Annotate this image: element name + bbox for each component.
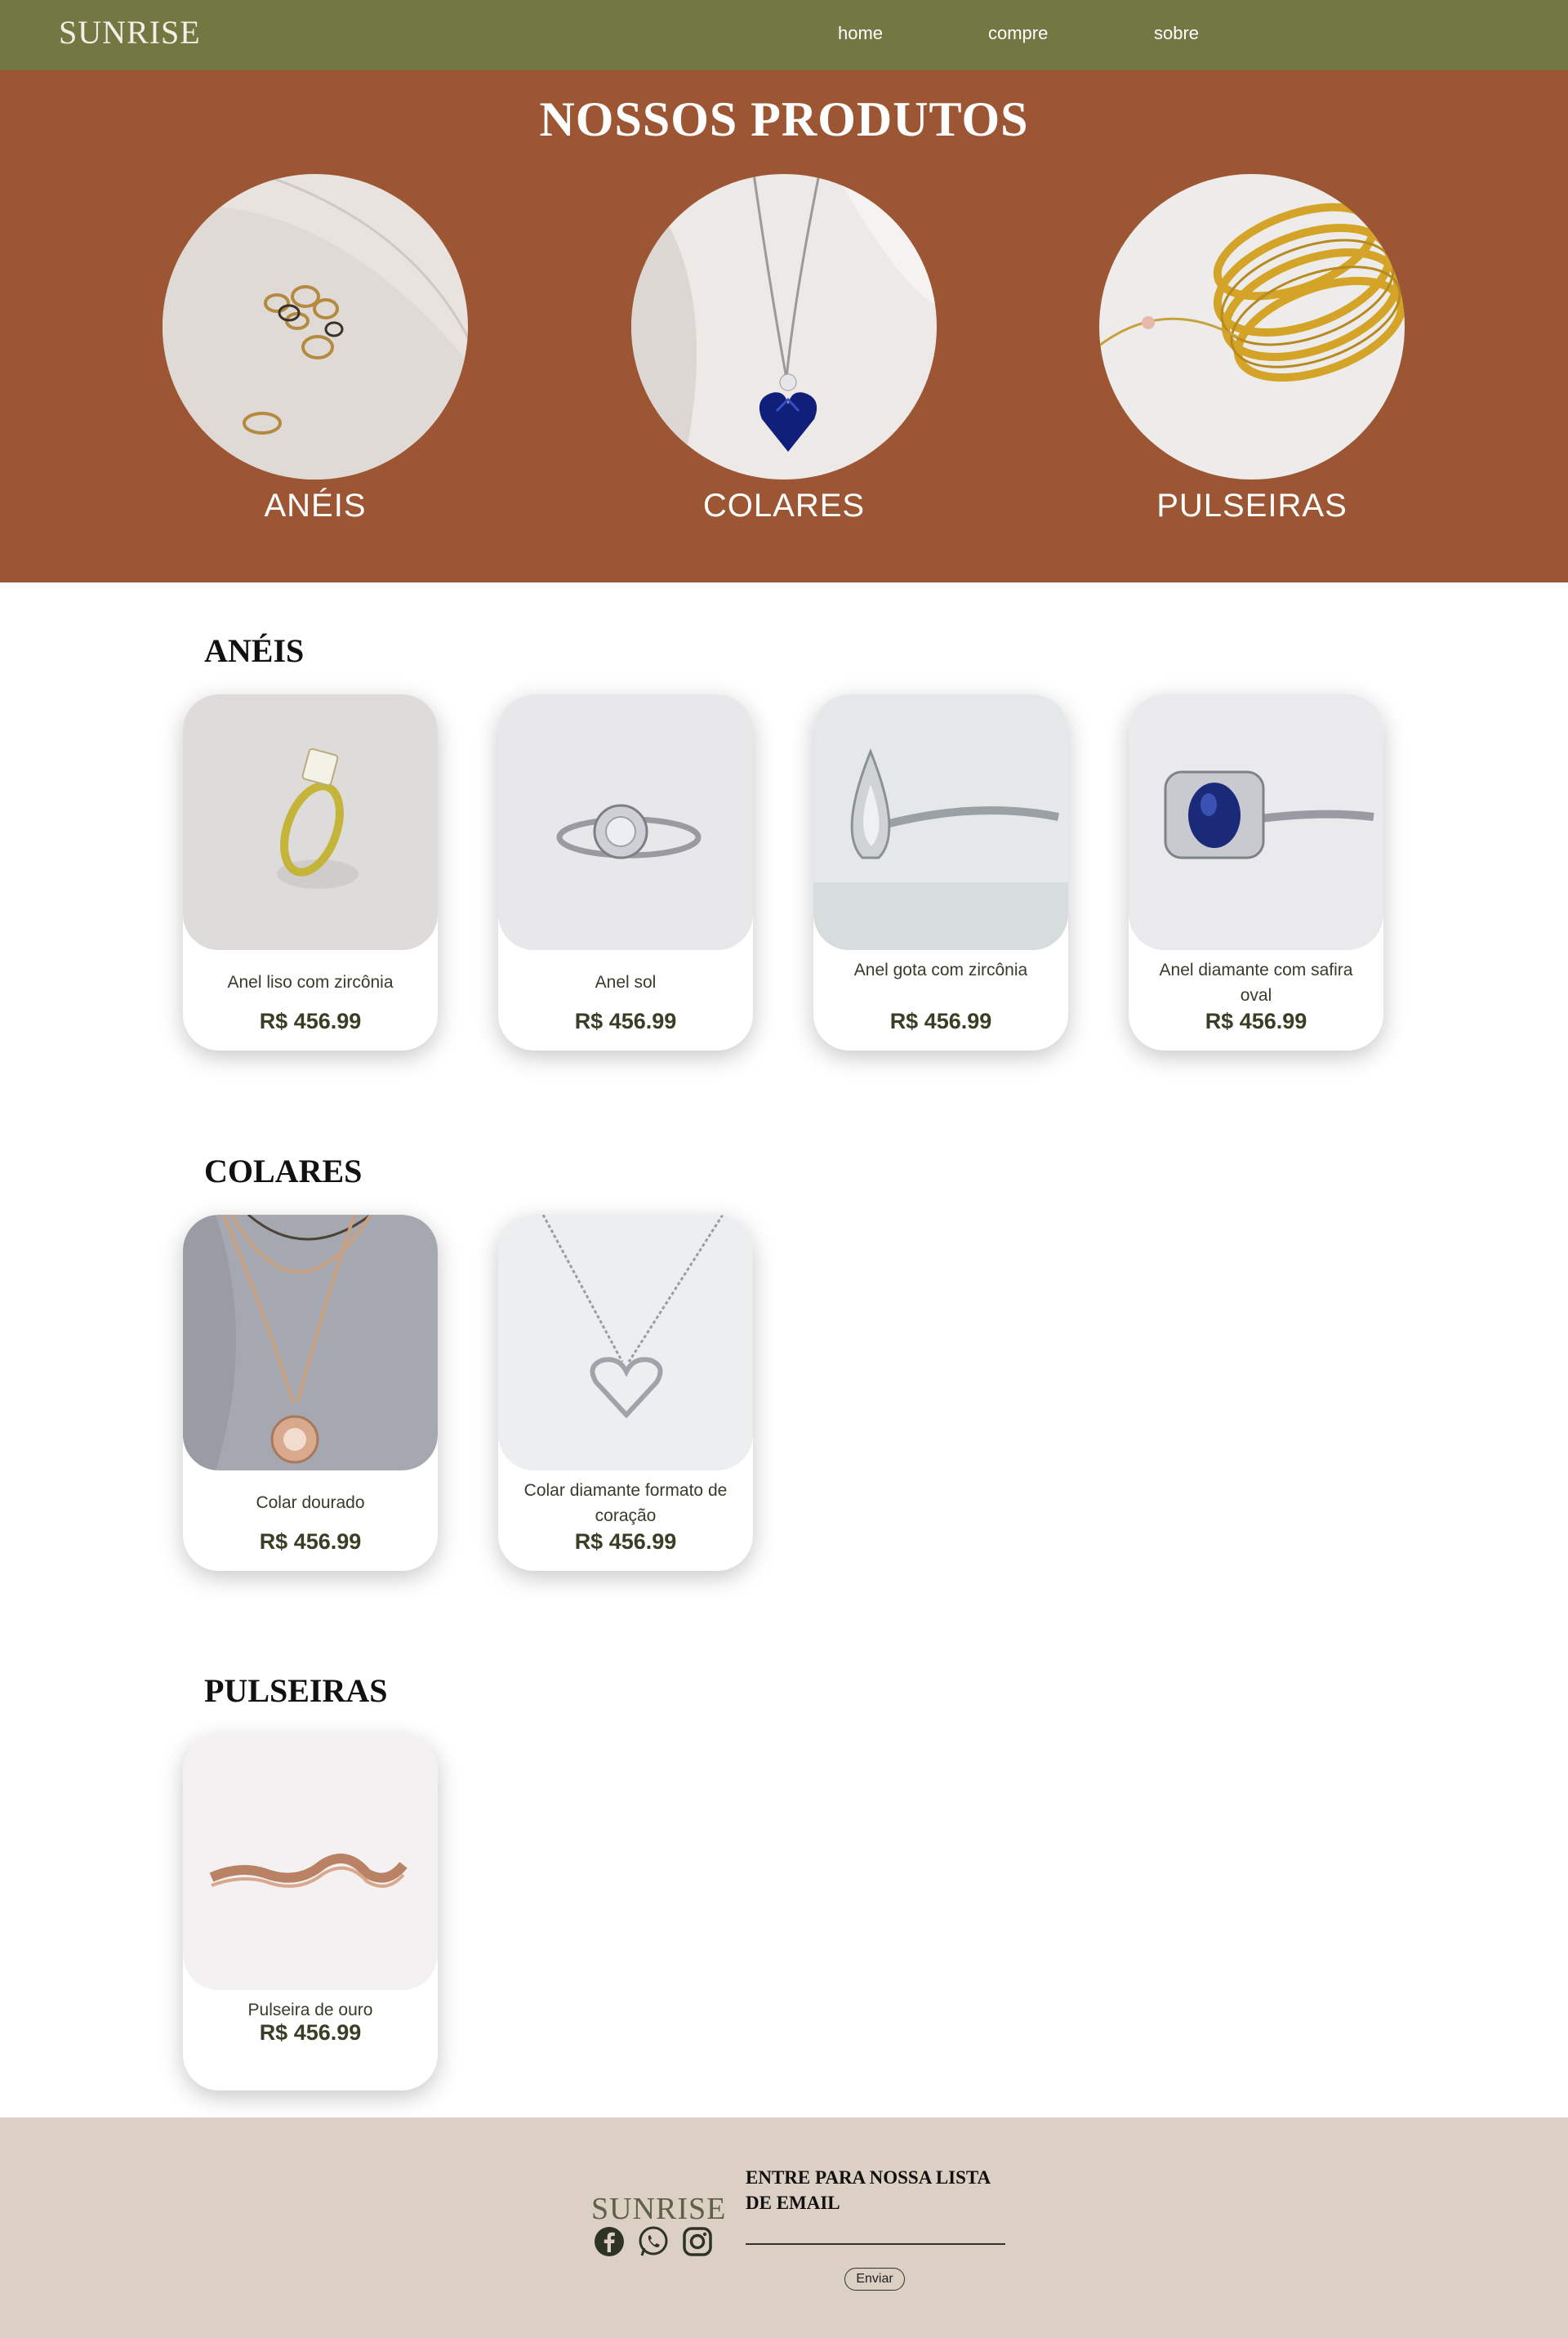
- product-name: Colar dourado: [256, 1493, 365, 1512]
- category-colares[interactable]: COLARES: [631, 174, 937, 524]
- email-input[interactable]: [746, 2222, 1005, 2243]
- category-pulseiras-image[interactable]: [1099, 174, 1405, 480]
- category-pulseiras-label[interactable]: PULSEIRAS: [1058, 488, 1446, 524]
- whatsapp-icon[interactable]: [637, 2225, 670, 2258]
- product-card[interactable]: Anel diamante com safira oval R$ 456.99: [1129, 694, 1383, 1051]
- product-image[interactable]: [183, 1734, 438, 1990]
- facebook-icon[interactable]: [593, 2225, 626, 2258]
- section-title-aneis: ANÉIS: [204, 632, 305, 669]
- product-card[interactable]: Pulseira de ouro R$ 456.99: [183, 1734, 438, 2090]
- product-card[interactable]: Anel liso com zircônia R$ 456.99: [183, 694, 438, 1051]
- product-name: Pulseira de ouro: [247, 2001, 373, 2019]
- product-name: Anel diamante com safira oval: [1159, 961, 1353, 1005]
- footer: SUNRISE ENTRE PARA NOSSA LISTA DE EMAIL …: [0, 2117, 1568, 2338]
- product-card[interactable]: Anel gota com zircônia R$ 456.99: [813, 694, 1068, 1051]
- section-title-colares: COLARES: [204, 1153, 363, 1189]
- section-title-pulseiras: PULSEIRAS: [204, 1672, 388, 1709]
- instagram-icon[interactable]: [681, 2225, 714, 2258]
- product-image[interactable]: [498, 1215, 753, 1470]
- product-name: Colar diamante formato de coração: [523, 1481, 728, 1525]
- top-navbar: SUNRISE home compre sobre: [0, 0, 1568, 70]
- category-aneis[interactable]: ANÉIS: [163, 174, 468, 524]
- hero-title: NOSSOS PRODUTOS: [539, 92, 1029, 146]
- product-name: Anel gota com zircônia: [853, 961, 1028, 979]
- category-colares-image[interactable]: [631, 174, 937, 480]
- product-image[interactable]: [183, 1215, 438, 1470]
- send-button[interactable]: Enviar: [844, 2268, 905, 2291]
- nav-link-compre[interactable]: compre: [988, 23, 1048, 44]
- product-name: Anel sol: [595, 973, 657, 992]
- product-image[interactable]: [1129, 694, 1383, 950]
- product-image[interactable]: [813, 694, 1068, 950]
- product-price: R$ 456.99: [1205, 1009, 1307, 1033]
- product-card[interactable]: Colar diamante formato de coração R$ 456…: [498, 1215, 753, 1571]
- product-price: R$ 456.99: [889, 1009, 992, 1033]
- product-card[interactable]: Colar dourado R$ 456.99: [183, 1215, 438, 1571]
- category-pulseiras[interactable]: PULSEIRAS: [1099, 174, 1405, 524]
- hero-banner: NOSSOS PRODUTOS ANÉIS COLARES PULSEIRAS: [0, 70, 1568, 582]
- nav-link-sobre[interactable]: sobre: [1154, 23, 1199, 44]
- product-price: R$ 456.99: [574, 1529, 677, 1554]
- product-image[interactable]: [498, 694, 753, 950]
- product-price: R$ 456.99: [259, 1009, 362, 1033]
- category-colares-label[interactable]: COLARES: [590, 488, 978, 524]
- category-aneis-image[interactable]: [163, 174, 468, 480]
- email-input-underline: [746, 2243, 1005, 2245]
- category-aneis-label[interactable]: ANÉIS: [122, 488, 509, 524]
- newsletter-title: ENTRE PARA NOSSA LISTA DE EMAIL: [746, 2167, 990, 2213]
- nav-link-home[interactable]: home: [838, 23, 883, 44]
- footer-logo[interactable]: SUNRISE: [591, 2191, 726, 2227]
- product-name: Anel liso com zircônia: [227, 973, 394, 992]
- product-image[interactable]: [183, 694, 438, 950]
- site-logo[interactable]: SUNRISE: [59, 13, 201, 51]
- product-card[interactable]: Anel sol R$ 456.99: [498, 694, 753, 1051]
- product-price: R$ 456.99: [259, 1529, 362, 1554]
- product-price: R$ 456.99: [574, 1009, 677, 1033]
- product-price: R$ 456.99: [259, 2020, 362, 2045]
